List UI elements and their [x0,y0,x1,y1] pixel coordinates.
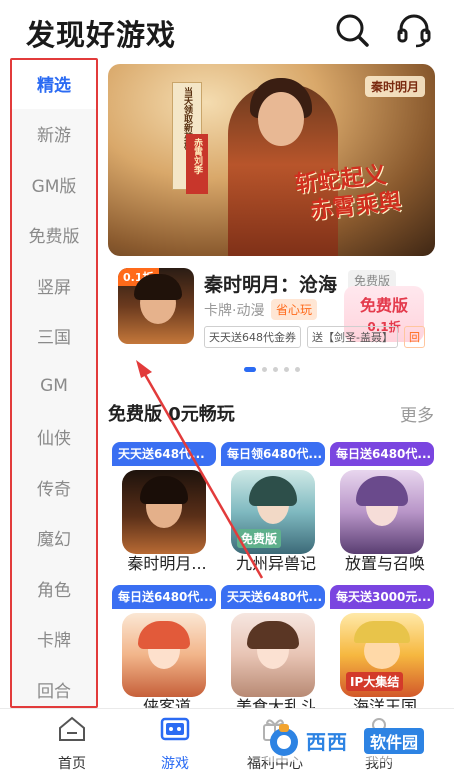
page-title: 发现好游戏 [26,18,177,52]
banner-scroll-red-text: 赤霄刘季 [192,138,202,174]
banner-logo: 秦时明月 [364,76,425,97]
game-name: 九州异兽记 [235,554,316,573]
game-icon [122,470,206,554]
game-card[interactable]: 每日送6480代... 放置与召唤 [330,442,434,578]
carousel-dot[interactable] [295,367,300,372]
featured-game[interactable]: 0.1折 秦时明月：沧海 免费版 卡牌·动漫 省心玩 免费版 0.1折 天天送6… [108,262,435,352]
sidebar-item-three-kingdoms[interactable]: 三国 [10,311,98,362]
sidebar-item-gm[interactable]: GM [10,361,98,412]
banner-slogan: 斩蛇起义 赤霄乘舆 [293,157,428,226]
game-card[interactable]: 每日送6480代... 侠客道 [112,585,216,721]
game-name: 放置与召唤 [344,554,425,573]
sidebar-item-featured[interactable]: 精选 [10,58,98,109]
promo-banner: 天天送648代... [112,442,216,466]
featured-game-thumbnail: 0.1折 [118,268,194,344]
sidebar-item-gm-version[interactable]: GM版 [10,159,98,210]
game-card[interactable]: 天天送648代... 秦时明月... [112,442,216,578]
game-card[interactable]: 天天送6480代... 美食大乱斗 [221,585,325,721]
nav-home[interactable]: 首页 [27,715,117,773]
banner-scroll-red: 赤霄刘季 [186,134,208,194]
game-icon: 免费版 [231,470,315,554]
game-icon [231,613,315,697]
carousel-dot[interactable] [284,367,289,372]
featured-game-title: 秦时明月：沧海 [204,274,338,296]
game-icon [340,470,424,554]
sidebar-item-card[interactable]: 卡牌 [10,614,98,665]
category-sidebar: 精选 新游 GM版 免费版 竖屏 三国 GM 仙侠 传奇 魔幻 角色 卡牌 回合 [10,58,98,708]
game-art-label: IP大集结 [346,672,404,691]
game-name: 秦时明月... [127,554,207,573]
promo-banner: 每日送6480代... [330,442,434,466]
featured-chips: 天天送648代金券 送【剑圣-盖聂】 回 [204,326,425,348]
carousel-dots [244,367,300,372]
promo-banner: 每天送3000元... [330,585,434,609]
thumbnail-hair [134,274,182,300]
chip-hero: 送【剑圣-盖聂】 [307,326,398,348]
sidebar-item-free[interactable]: 免费版 [10,210,98,261]
chip-extra: 回 [403,326,425,348]
banner-character-face [258,92,304,146]
carousel-dot-active[interactable] [244,367,256,372]
more-link[interactable]: 更多 [400,401,434,426]
carousel-dot[interactable] [262,367,267,372]
promo-banner: 每日领6480代... [221,442,325,466]
sidebar-item-fantasy[interactable]: 魔幻 [10,513,98,564]
chip-voucher: 天天送648代金券 [204,326,301,348]
watermark-sub: 软件园 [364,728,425,754]
sidebar-item-legend[interactable]: 传奇 [10,462,98,513]
sidebar-item-turn-based[interactable]: 回合 [10,664,98,708]
hero-banner[interactable]: 当天领取新英雄 赤霄刘季 秦时明月 斩蛇起义 赤霄乘舆 [108,64,435,256]
section-title: 免费版 0元畅玩 [108,404,235,425]
carousel-dot[interactable] [273,367,278,372]
game-icon: IP大集结 [340,613,424,697]
featured-game-genre: 卡牌·动漫 [204,303,265,319]
watermark-logo-icon [270,724,298,756]
sidebar-item-rpg[interactable]: 角色 [10,563,98,614]
game-card[interactable]: IP大集结 每天送3000元... 海洋王国 [330,585,434,721]
nav-games[interactable]: 游戏 [130,715,220,773]
site-watermark: 西西 软件园 [262,718,438,762]
game-art-label: 免费版 [237,529,282,548]
sidebar-item-portrait[interactable]: 竖屏 [10,260,98,311]
game-icon [122,613,206,697]
promo-banner: 天天送6480代... [221,585,325,609]
home-icon [57,715,87,743]
app-header: 发现好游戏 [0,0,454,62]
gamepad-icon [160,715,190,743]
nav-games-label: 游戏 [161,756,189,772]
search-icon[interactable] [332,10,372,50]
watermark-text: 西西 [306,730,348,754]
game-card[interactable]: 免费版 每日领6480代... 九州异兽记 [221,442,325,578]
featured-game-tag: 省心玩 [271,299,318,320]
sidebar-item-xianxia[interactable]: 仙侠 [10,412,98,463]
headset-icon[interactable] [394,10,434,50]
sidebar-item-new[interactable]: 新游 [10,109,98,160]
nav-home-label: 首页 [58,756,86,772]
promo-banner: 每日送6480代... [112,585,216,609]
stamp-main: 免费版 [359,296,408,315]
